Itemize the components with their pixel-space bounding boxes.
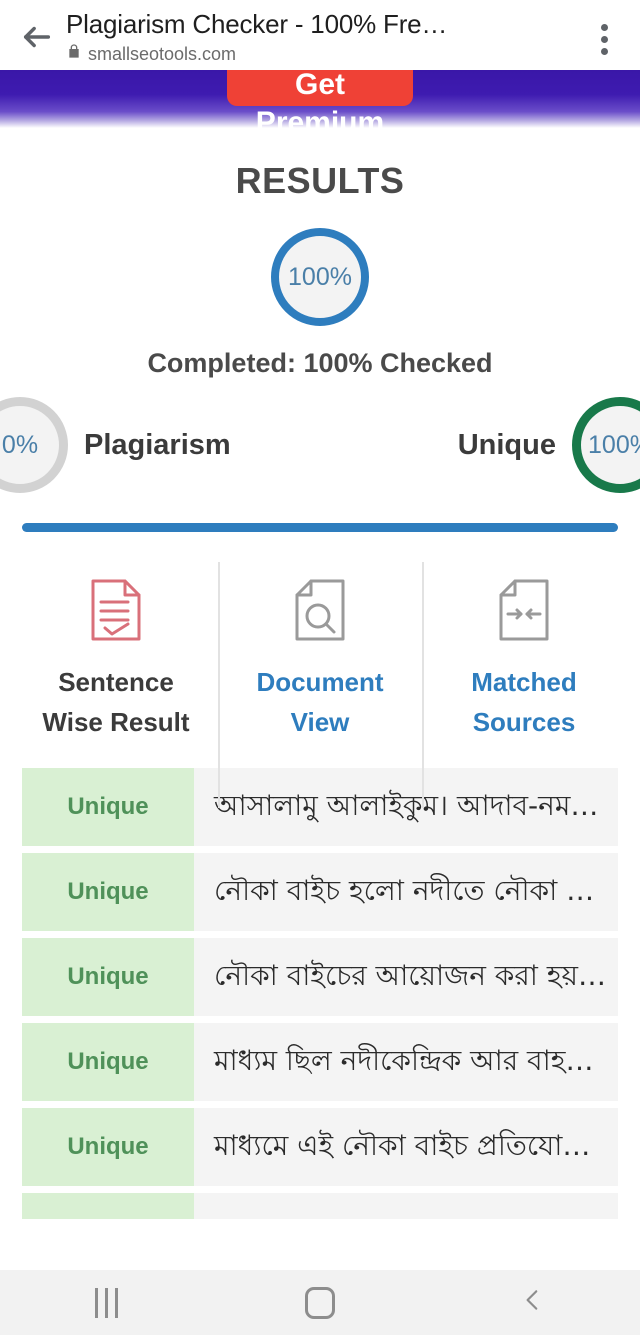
status-badge: Unique <box>22 1023 194 1101</box>
page-title: Plagiarism Checker - 100% Fre… <box>66 9 448 39</box>
completed-status-text: Completed: 100% Checked <box>147 348 493 378</box>
table-row[interactable]: Unique নৌকা বাইচের আয়োজন করা হয়… <box>22 938 618 1016</box>
main-gauge-wrapper: 100% <box>0 228 640 326</box>
table-row[interactable]: Unique মাধ্যমে এই নৌকা বাইচ প্রতিযো… <box>22 1108 618 1186</box>
status-badge <box>22 1193 194 1219</box>
url-text: smallseotools.com <box>88 43 237 64</box>
sentence-text: নৌকা বাইচ হলো নদীতে নৌকা … <box>194 853 618 931</box>
plagiarism-stat: 0% Plagiarism <box>0 397 231 493</box>
unique-stat: Unique 100% <box>458 397 640 493</box>
sentence-text: মাধ্যম ছিল নদীকেন্দ্রিক আর বাহ… <box>194 1023 618 1101</box>
status-badge: Unique <box>22 853 194 931</box>
status-badge: Unique <box>22 768 194 846</box>
nav-back-icon <box>520 1284 546 1321</box>
browser-back-button[interactable] <box>14 14 60 60</box>
overflow-menu-icon <box>600 23 608 55</box>
browser-menu-button[interactable] <box>582 12 626 66</box>
tab-sentence-wise-result[interactable]: Sentence Wise Result <box>14 562 218 762</box>
get-premium-button-subline: Premium <box>255 106 385 128</box>
table-row[interactable]: Unique মাধ্যম ছিল নদীকেন্দ্রিক আর বাহ… <box>22 1023 618 1101</box>
table-row[interactable] <box>22 1193 618 1219</box>
plagiarism-label: Plagiarism <box>84 428 231 461</box>
sentence-results-list: Unique আসালামু আলাইকুম। আদাব-নম… Unique … <box>0 768 640 1219</box>
home-icon <box>304 1286 335 1319</box>
recents-icon <box>95 1287 119 1318</box>
results-panel: RESULTS 100% Completed: 100% Checked 0% … <box>0 160 640 1219</box>
section-divider <box>22 523 618 532</box>
tab-document-view-label: Document View <box>256 667 384 737</box>
sentence-text <box>194 1193 618 1219</box>
sentence-text: মাধ্যমে এই নৌকা বাইচ প্রতিযো… <box>194 1108 618 1186</box>
table-row[interactable]: Unique নৌকা বাইচ হলো নদীতে নৌকা … <box>22 853 618 931</box>
unique-gauge: 100% <box>572 397 640 493</box>
nav-home-button[interactable] <box>213 1270 426 1335</box>
document-search-icon <box>289 576 351 644</box>
android-navigation-bar <box>0 1270 640 1335</box>
results-heading: RESULTS <box>235 160 405 201</box>
document-check-icon <box>85 576 147 644</box>
omnibox[interactable]: Plagiarism Checker - 100% Fre… smallseot… <box>60 6 582 65</box>
plagiarism-gauge: 0% <box>0 397 68 493</box>
unique-label: Unique <box>457 428 556 461</box>
tab-document-view[interactable]: Document View <box>218 562 422 808</box>
tab-sentence-wise-result-label: Sentence Wise Result <box>42 667 190 737</box>
back-arrow-icon <box>20 20 54 54</box>
sentence-text: নৌকা বাইচের আয়োজন করা হয়… <box>194 938 618 1016</box>
completion-gauge: 100% <box>271 228 369 326</box>
sentence-text: আসালামু আলাইকুম। আদাব-নম… <box>194 768 618 846</box>
tab-matched-sources-label: Matched Sources <box>471 667 577 737</box>
document-arrows-icon <box>493 576 555 644</box>
status-badge: Unique <box>22 938 194 1016</box>
premium-promo-banner: Get Premium <box>0 70 640 128</box>
stats-row: 0% Plagiarism Unique 100% <box>0 389 640 507</box>
nav-recents-button[interactable] <box>0 1270 213 1335</box>
status-badge: Unique <box>22 1108 194 1186</box>
lock-icon <box>66 42 82 65</box>
result-view-tabs: Sentence Wise Result Document View Match… <box>0 562 640 808</box>
get-premium-button[interactable]: Get <box>227 70 413 106</box>
nav-back-button[interactable] <box>427 1270 640 1335</box>
url-row: smallseotools.com <box>66 42 582 65</box>
tab-matched-sources[interactable]: Matched Sources <box>422 562 626 808</box>
table-row[interactable]: Unique আসালামু আলাইকুম। আদাব-নম… <box>22 768 618 846</box>
browser-toolbar: Plagiarism Checker - 100% Fre… smallseot… <box>0 0 640 70</box>
